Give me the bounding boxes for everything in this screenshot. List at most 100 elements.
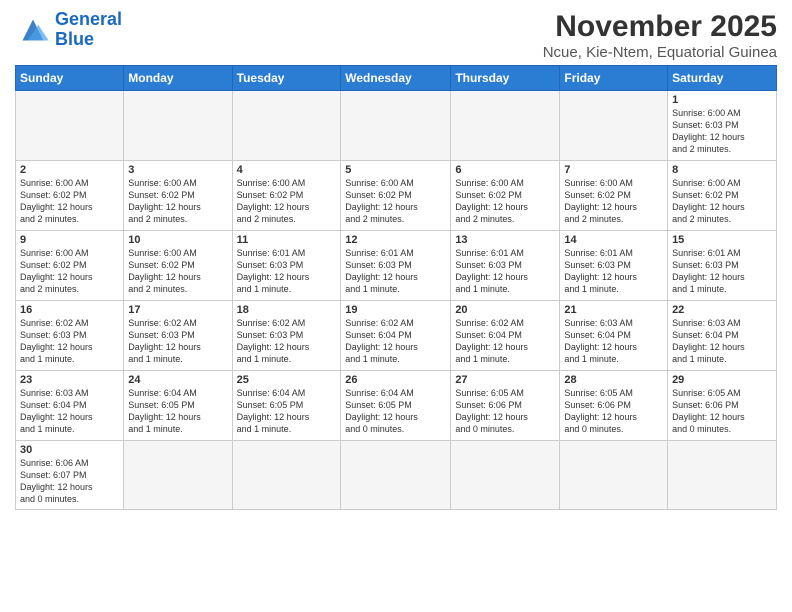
col-header-monday: Monday	[124, 66, 232, 91]
calendar-cell: 12Sunrise: 6:01 AMSunset: 6:03 PMDayligh…	[341, 231, 451, 301]
calendar-week-row: 2Sunrise: 6:00 AMSunset: 6:02 PMDaylight…	[16, 161, 777, 231]
calendar-cell: 23Sunrise: 6:03 AMSunset: 6:04 PMDayligh…	[16, 371, 124, 441]
day-info: Sunrise: 6:06 AMSunset: 6:07 PMDaylight:…	[20, 457, 119, 506]
day-number: 5	[345, 164, 446, 176]
day-info: Sunrise: 6:00 AMSunset: 6:02 PMDaylight:…	[672, 177, 772, 226]
logo: GeneralBlue	[15, 10, 122, 50]
day-number: 21	[564, 304, 663, 316]
main-title: November 2025	[543, 10, 777, 44]
day-info: Sunrise: 6:04 AMSunset: 6:05 PMDaylight:…	[237, 387, 337, 436]
calendar-cell: 28Sunrise: 6:05 AMSunset: 6:06 PMDayligh…	[560, 371, 668, 441]
day-number: 14	[564, 234, 663, 246]
day-number: 27	[455, 374, 555, 386]
calendar-cell: 4Sunrise: 6:00 AMSunset: 6:02 PMDaylight…	[232, 161, 341, 231]
calendar-cell: 14Sunrise: 6:01 AMSunset: 6:03 PMDayligh…	[560, 231, 668, 301]
day-number: 4	[237, 164, 337, 176]
calendar-cell	[16, 91, 124, 161]
calendar-cell: 26Sunrise: 6:04 AMSunset: 6:05 PMDayligh…	[341, 371, 451, 441]
calendar-cell	[341, 91, 451, 161]
calendar-week-row: 1Sunrise: 6:00 AMSunset: 6:03 PMDaylight…	[16, 91, 777, 161]
day-info: Sunrise: 6:02 AMSunset: 6:03 PMDaylight:…	[128, 317, 227, 366]
day-number: 3	[128, 164, 227, 176]
day-info: Sunrise: 6:02 AMSunset: 6:04 PMDaylight:…	[345, 317, 446, 366]
calendar-cell: 15Sunrise: 6:01 AMSunset: 6:03 PMDayligh…	[668, 231, 777, 301]
day-info: Sunrise: 6:02 AMSunset: 6:04 PMDaylight:…	[455, 317, 555, 366]
calendar-cell: 20Sunrise: 6:02 AMSunset: 6:04 PMDayligh…	[451, 301, 560, 371]
calendar-cell: 13Sunrise: 6:01 AMSunset: 6:03 PMDayligh…	[451, 231, 560, 301]
calendar-cell	[232, 91, 341, 161]
calendar-week-row: 23Sunrise: 6:03 AMSunset: 6:04 PMDayligh…	[16, 371, 777, 441]
day-number: 25	[237, 374, 337, 386]
subtitle: Ncue, Kie-Ntem, Equatorial Guinea	[543, 44, 777, 61]
calendar-cell: 8Sunrise: 6:00 AMSunset: 6:02 PMDaylight…	[668, 161, 777, 231]
day-number: 23	[20, 374, 119, 386]
day-info: Sunrise: 6:00 AMSunset: 6:02 PMDaylight:…	[564, 177, 663, 226]
day-info: Sunrise: 6:00 AMSunset: 6:02 PMDaylight:…	[128, 247, 227, 296]
calendar-cell	[232, 441, 341, 510]
calendar-cell	[124, 441, 232, 510]
day-info: Sunrise: 6:02 AMSunset: 6:03 PMDaylight:…	[20, 317, 119, 366]
day-number: 28	[564, 374, 663, 386]
day-number: 10	[128, 234, 227, 246]
general-blue-icon	[15, 16, 51, 44]
day-info: Sunrise: 6:05 AMSunset: 6:06 PMDaylight:…	[564, 387, 663, 436]
day-info: Sunrise: 6:01 AMSunset: 6:03 PMDaylight:…	[455, 247, 555, 296]
col-header-tuesday: Tuesday	[232, 66, 341, 91]
calendar-cell	[124, 91, 232, 161]
calendar-cell: 25Sunrise: 6:04 AMSunset: 6:05 PMDayligh…	[232, 371, 341, 441]
calendar-table: SundayMondayTuesdayWednesdayThursdayFrid…	[15, 65, 777, 510]
day-number: 13	[455, 234, 555, 246]
day-number: 6	[455, 164, 555, 176]
header: GeneralBlue November 2025 Ncue, Kie-Ntem…	[15, 10, 777, 61]
day-info: Sunrise: 6:05 AMSunset: 6:06 PMDaylight:…	[455, 387, 555, 436]
col-header-thursday: Thursday	[451, 66, 560, 91]
col-header-saturday: Saturday	[668, 66, 777, 91]
calendar-cell: 6Sunrise: 6:00 AMSunset: 6:02 PMDaylight…	[451, 161, 560, 231]
calendar-cell: 16Sunrise: 6:02 AMSunset: 6:03 PMDayligh…	[16, 301, 124, 371]
day-info: Sunrise: 6:00 AMSunset: 6:02 PMDaylight:…	[345, 177, 446, 226]
day-number: 22	[672, 304, 772, 316]
day-info: Sunrise: 6:03 AMSunset: 6:04 PMDaylight:…	[672, 317, 772, 366]
calendar-header-row: SundayMondayTuesdayWednesdayThursdayFrid…	[16, 66, 777, 91]
calendar-cell: 11Sunrise: 6:01 AMSunset: 6:03 PMDayligh…	[232, 231, 341, 301]
calendar-week-row: 9 Sunrise: 6:00 AMSunset: 6:02 PMDaylight…	[16, 231, 777, 301]
calendar-cell: 3Sunrise: 6:00 AMSunset: 6:02 PMDaylight…	[124, 161, 232, 231]
calendar-cell: 17Sunrise: 6:02 AMSunset: 6:03 PMDayligh…	[124, 301, 232, 371]
day-info: Sunrise: 6:01 AMSunset: 6:03 PMDaylight:…	[564, 247, 663, 296]
day-number: 26	[345, 374, 446, 386]
calendar-week-row: 16Sunrise: 6:02 AMSunset: 6:03 PMDayligh…	[16, 301, 777, 371]
day-info: Sunrise: 6:00 AMSunset: 6:02 PMDaylight:…	[20, 177, 119, 226]
calendar-cell: 5Sunrise: 6:00 AMSunset: 6:02 PMDaylight…	[341, 161, 451, 231]
calendar-cell: 27Sunrise: 6:05 AMSunset: 6:06 PMDayligh…	[451, 371, 560, 441]
day-number: 18	[237, 304, 337, 316]
calendar-cell: 18Sunrise: 6:02 AMSunset: 6:03 PMDayligh…	[232, 301, 341, 371]
calendar-cell: 29Sunrise: 6:05 AMSunset: 6:06 PMDayligh…	[668, 371, 777, 441]
day-info: Sunrise: 6:02 AMSunset: 6:03 PMDaylight:…	[237, 317, 337, 366]
day-number: 16	[20, 304, 119, 316]
calendar-cell: 19Sunrise: 6:02 AMSunset: 6:04 PMDayligh…	[341, 301, 451, 371]
day-number: 20	[455, 304, 555, 316]
title-block: November 2025 Ncue, Kie-Ntem, Equatorial…	[543, 10, 777, 61]
day-number: 9	[20, 234, 119, 246]
day-number: 15	[672, 234, 772, 246]
day-info: Sunrise: 6:00 AMSunset: 6:02 PMDaylight:…	[237, 177, 337, 226]
day-number: 30	[20, 444, 119, 456]
day-info: Sunrise: 6:00 AMSunset: 6:02 PMDaylight:…	[455, 177, 555, 226]
day-info: Sunrise: 6:00 AMSunset: 6:02 PMDaylight:…	[128, 177, 227, 226]
day-number: 8	[672, 164, 772, 176]
calendar-cell: 2Sunrise: 6:00 AMSunset: 6:02 PMDaylight…	[16, 161, 124, 231]
day-number: 11	[237, 234, 337, 246]
day-number: 2	[20, 164, 119, 176]
calendar-cell: 21Sunrise: 6:03 AMSunset: 6:04 PMDayligh…	[560, 301, 668, 371]
day-number: 24	[128, 374, 227, 386]
logo-text: GeneralBlue	[55, 10, 122, 50]
day-number: 19	[345, 304, 446, 316]
day-number: 29	[672, 374, 772, 386]
col-header-friday: Friday	[560, 66, 668, 91]
calendar-cell	[560, 441, 668, 510]
day-number: 7	[564, 164, 663, 176]
day-info: Sunrise: 6:03 AMSunset: 6:04 PMDaylight:…	[564, 317, 663, 366]
calendar-cell: 24Sunrise: 6:04 AMSunset: 6:05 PMDayligh…	[124, 371, 232, 441]
day-number: 1	[672, 94, 772, 106]
calendar-cell: 9Sunrise: 6:00 AMSunset: 6:02 PMDaylight…	[16, 231, 124, 301]
